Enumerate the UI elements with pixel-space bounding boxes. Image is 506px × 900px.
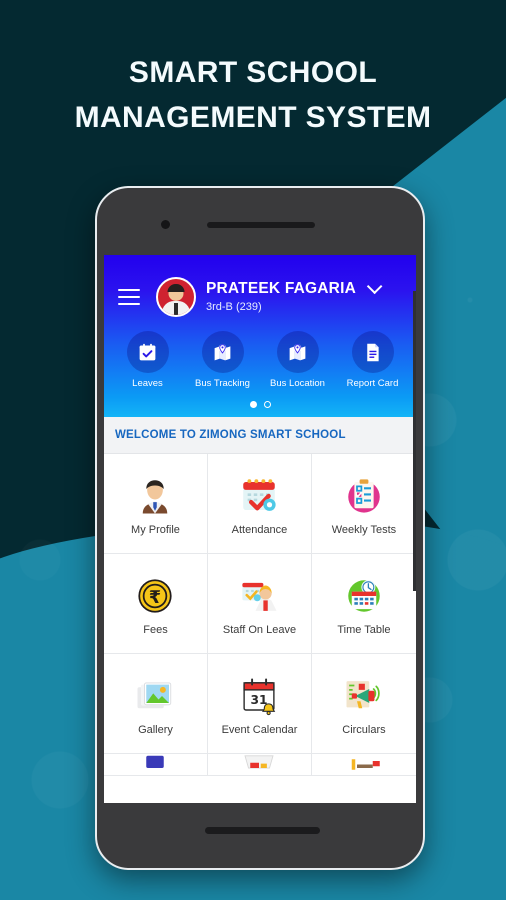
- menu-item-attendance[interactable]: Attendance: [207, 454, 312, 554]
- quick-action-bus-location[interactable]: Bus Location: [260, 331, 335, 389]
- document-icon: [351, 331, 394, 373]
- phone-screen: PRATEEK FAGARIA 3rd-B (239) Leaves Bus T…: [104, 255, 416, 803]
- front-camera-icon: [161, 220, 170, 229]
- menu-item-partial[interactable]: [104, 754, 208, 776]
- clipboard-list-icon: [343, 471, 385, 517]
- quick-action-report-card[interactable]: Report Card: [335, 331, 410, 389]
- menu-item-label: My Profile: [131, 524, 180, 536]
- pager-dot[interactable]: [263, 401, 271, 408]
- menu-item-label: Time Table: [337, 624, 391, 636]
- app-header-top-row: PRATEEK FAGARIA 3rd-B (239): [104, 255, 416, 317]
- bottom-speaker: [205, 827, 320, 834]
- avatar[interactable]: [156, 277, 196, 317]
- menu-item-partial[interactable]: [207, 754, 312, 776]
- menu-item-label: Fees: [143, 624, 168, 636]
- photos-icon: [134, 671, 176, 717]
- user-info: PRATEEK FAGARIA 3rd-B (239): [206, 278, 383, 314]
- earpiece-speaker: [207, 222, 315, 228]
- menu-item-event-calendar[interactable]: 31 Event Calendar: [207, 654, 312, 754]
- megaphone-icon: [343, 671, 385, 717]
- svg-text:₹: ₹: [149, 588, 161, 608]
- partial-icon: [343, 754, 385, 775]
- screen-scrollbar[interactable]: [413, 291, 416, 591]
- quick-action-label: Bus Location: [270, 378, 325, 389]
- menu-grid: My Profile Attendance Weekly Tests ₹ Fee…: [104, 453, 416, 776]
- phone-mockup: PRATEEK FAGARIA 3rd-B (239) Leaves Bus T…: [95, 186, 425, 870]
- staff-leave-icon: [238, 571, 280, 617]
- menu-item-label: Staff On Leave: [222, 624, 297, 636]
- menu-item-label: Attendance: [231, 524, 288, 536]
- user-name: PRATEEK FAGARIA: [206, 279, 356, 297]
- menu-item-fees[interactable]: ₹ Fees: [104, 554, 208, 654]
- pager-dot-active[interactable]: [249, 401, 257, 408]
- hamburger-menu-icon[interactable]: [118, 289, 140, 305]
- quick-actions-row: Leaves Bus Tracking Bus Location Report …: [104, 317, 416, 389]
- quick-action-bus-tracking[interactable]: Bus Tracking: [185, 331, 260, 389]
- user-class: 3rd-B (239): [206, 301, 262, 314]
- clock-calendar-icon: [343, 571, 385, 617]
- quick-action-label: Bus Tracking: [195, 378, 250, 389]
- quick-action-label: Leaves: [132, 378, 163, 389]
- menu-item-my-profile[interactable]: My Profile: [104, 454, 208, 554]
- calendar-check-icon: [126, 331, 169, 373]
- menu-item-weekly-tests[interactable]: Weekly Tests: [311, 454, 416, 554]
- menu-item-label: Event Calendar: [221, 724, 298, 736]
- map-pin-icon: [201, 331, 244, 373]
- welcome-banner: WELCOME TO ZIMONG SMART SCHOOL: [104, 417, 416, 453]
- page-title: SMART SCHOOL MANAGEMENT SYSTEM: [74, 56, 432, 134]
- app-header: PRATEEK FAGARIA 3rd-B (239) Leaves Bus T…: [104, 255, 416, 417]
- menu-item-time-table[interactable]: Time Table: [311, 554, 416, 654]
- quick-action-leaves[interactable]: Leaves: [110, 331, 185, 389]
- quick-action-label: Report Card: [346, 378, 399, 389]
- menu-item-staff-on-leave[interactable]: Staff On Leave: [207, 554, 312, 654]
- menu-item-label: Circulars: [342, 724, 386, 736]
- partial-icon: [238, 754, 280, 775]
- partial-icon: [134, 754, 176, 775]
- menu-item-label: Weekly Tests: [331, 524, 397, 536]
- menu-item-circulars[interactable]: Circulars: [311, 654, 416, 754]
- map-pin-icon: [276, 331, 319, 373]
- calendar-check-icon: [238, 471, 280, 517]
- carousel-pager[interactable]: [104, 401, 416, 408]
- poster-stage: SMART SCHOOL MANAGEMENT SYSTEM PRATEEK F…: [0, 0, 506, 900]
- menu-item-label: Gallery: [138, 724, 173, 736]
- rupee-coin-icon: ₹: [134, 571, 176, 617]
- chevron-down-icon[interactable]: [367, 278, 383, 295]
- menu-item-gallery[interactable]: Gallery: [104, 654, 208, 754]
- user-profile-icon: [134, 471, 176, 517]
- menu-item-partial[interactable]: [311, 754, 416, 776]
- calendar-bell-icon: 31: [238, 671, 280, 717]
